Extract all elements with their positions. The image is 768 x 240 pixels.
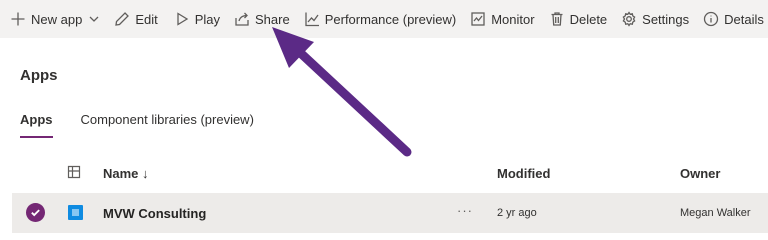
owner-value: Megan Walker (680, 207, 751, 219)
delete-label: Delete (569, 11, 608, 27)
column-header-modified[interactable]: Modified (497, 166, 550, 181)
edit-label: Edit (135, 11, 158, 27)
performance-button[interactable]: Performance (preview) (304, 0, 457, 38)
share-button[interactable]: Share (234, 0, 290, 38)
new-app-button[interactable]: New app (10, 0, 100, 38)
page-title: Apps (20, 67, 58, 84)
tab-component-libraries[interactable]: Component libraries (preview) (81, 112, 254, 127)
delete-button[interactable]: Delete (549, 0, 608, 38)
play-icon (174, 11, 190, 27)
app-type-column-icon (67, 165, 81, 179)
settings-label: Settings (642, 11, 690, 27)
canvas-app-icon (68, 205, 83, 220)
checkmark-icon (31, 209, 40, 217)
monitor-label: Monitor (491, 11, 535, 27)
play-label: Play (194, 11, 221, 27)
monitor-button[interactable]: Monitor (470, 0, 535, 38)
trash-icon (549, 11, 565, 27)
share-label: Share (255, 11, 290, 27)
modified-value: 2 yr ago (497, 207, 537, 219)
info-icon (703, 11, 719, 27)
details-label: Details (724, 11, 764, 27)
details-button[interactable]: Details (703, 0, 764, 38)
command-bar: New app Edit Play Share Performance (pre… (0, 0, 768, 38)
tab-apps[interactable]: Apps (20, 112, 53, 138)
more-commands-icon[interactable]: ··· (457, 203, 473, 218)
new-app-label: New app (31, 11, 83, 27)
row-checkbox[interactable] (26, 203, 45, 222)
app-name-link[interactable]: MVW Consulting (103, 206, 206, 221)
plus-icon (10, 11, 26, 27)
pivot-tabs: Apps Component libraries (preview) (20, 112, 254, 138)
column-header-name[interactable]: Name ↓ (103, 166, 149, 181)
settings-button[interactable]: Settings (621, 0, 689, 38)
edit-button[interactable]: Edit (114, 0, 158, 38)
monitor-icon (470, 11, 486, 27)
pencil-icon (114, 11, 130, 27)
performance-label: Performance (preview) (324, 11, 457, 27)
chart-line-icon (304, 11, 320, 27)
gear-icon (621, 11, 637, 27)
share-icon (234, 11, 250, 27)
chevron-down-icon[interactable] (88, 13, 100, 25)
play-button[interactable]: Play (174, 0, 220, 38)
column-header-owner[interactable]: Owner (680, 166, 720, 181)
